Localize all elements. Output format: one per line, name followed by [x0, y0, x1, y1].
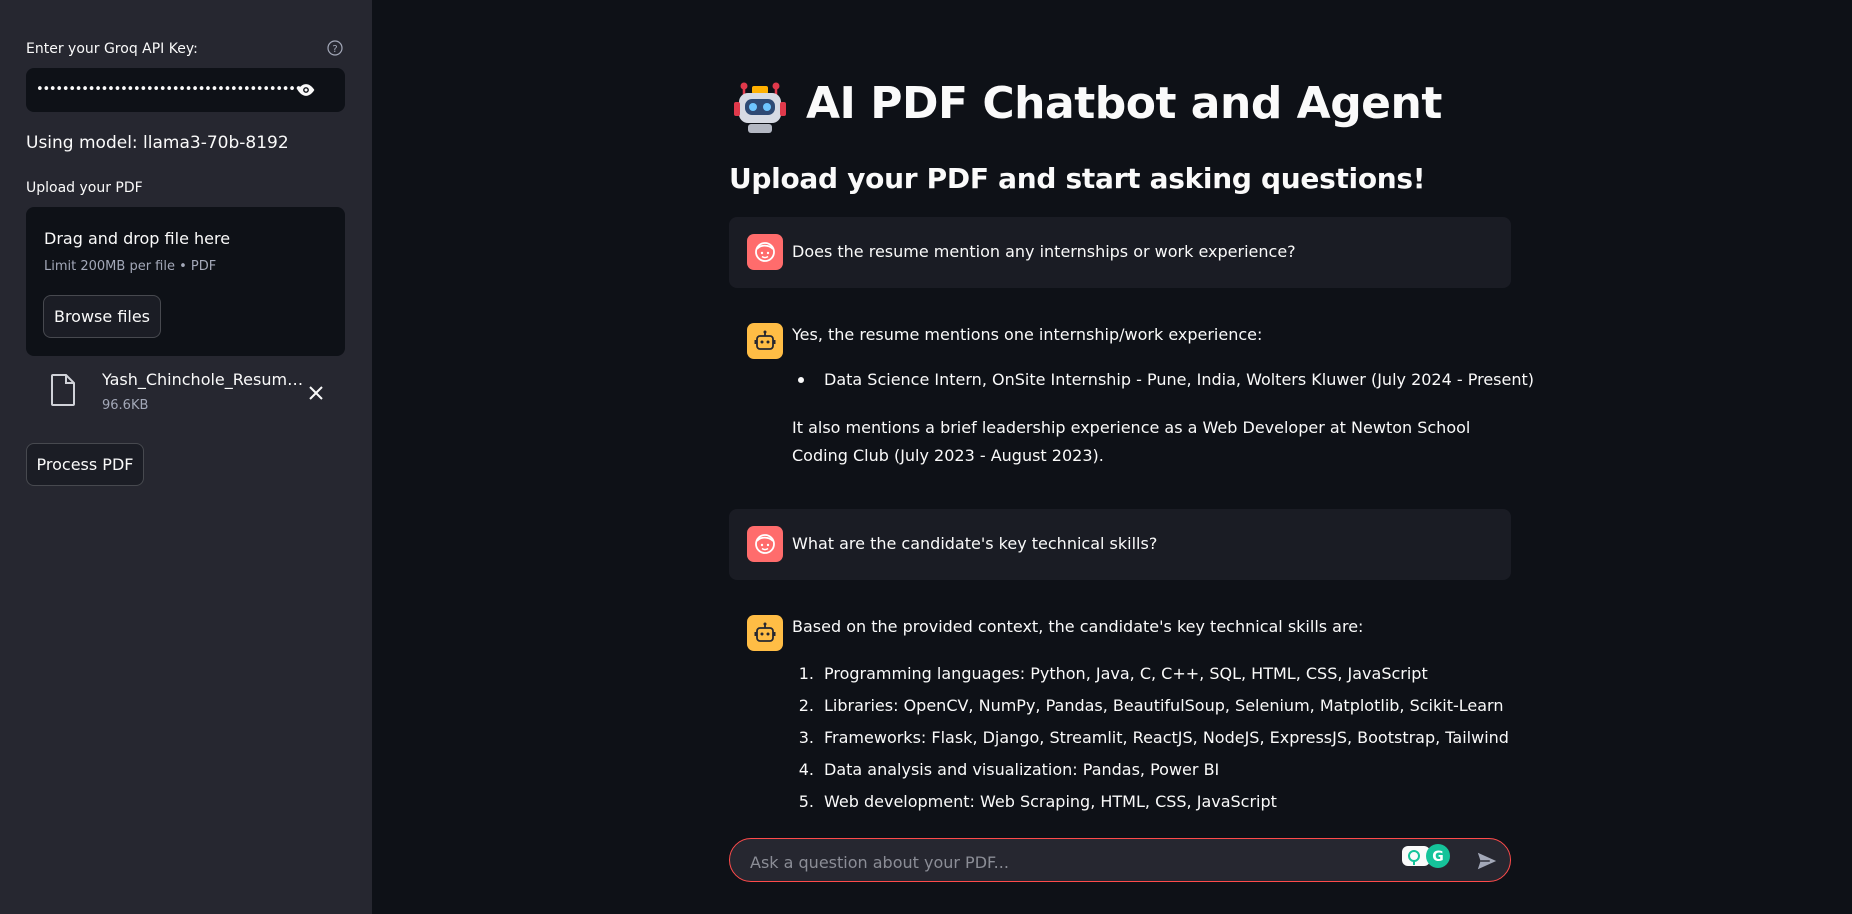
svg-text:?: ?	[332, 44, 337, 55]
grammarly-icon[interactable]: G	[1402, 843, 1452, 869]
file-icon	[51, 374, 75, 406]
model-info: Using model: llama3-70b-8192	[26, 133, 289, 153]
user-face-icon	[755, 534, 775, 554]
api-key-value[interactable]: ••••••••••••••••••••••••••••••••••••••••…	[36, 80, 306, 100]
list-item-text: Libraries: OpenCV, NumPy, Pandas, Beauti…	[824, 696, 1504, 715]
browse-files-button[interactable]: Browse files	[43, 295, 161, 338]
eye-icon[interactable]	[296, 80, 316, 100]
list-item-text: Data Science Intern, OnSite Internship -…	[824, 370, 1535, 389]
dropzone-title: Drag and drop file here	[44, 229, 231, 248]
main-content: AI PDF Chatbot and Agent Upload your PDF…	[372, 0, 1852, 914]
chat-message-assistant: Yes, the resume mentions one internship/…	[729, 306, 1534, 476]
bot-icon	[754, 330, 776, 350]
page-subtitle: Upload your PDF and start asking questio…	[729, 162, 1426, 195]
help-icon[interactable]: ?	[327, 40, 343, 56]
send-icon[interactable]	[1476, 850, 1498, 872]
uploaded-file: Yash_Chinchole_Resume.pdf 96.6KB	[26, 364, 345, 420]
user-avatar	[747, 234, 783, 270]
api-key-input[interactable]: ••••••••••••••••••••••••••••••••••••••••…	[26, 68, 345, 112]
chat-input[interactable]	[748, 849, 1392, 875]
message-intro: Yes, the resume mentions one internship/…	[792, 325, 1263, 344]
assistant-avatar	[747, 615, 783, 651]
bullet-list: Data Science Intern, OnSite Internship -…	[792, 364, 1534, 396]
upload-label: Upload your PDF	[26, 180, 143, 196]
chat-message-user: Does the resume mention any internships …	[729, 217, 1511, 288]
message-text: What are the candidate's key technical s…	[792, 534, 1158, 553]
process-pdf-button[interactable]: Process PDF	[26, 443, 144, 486]
list-item-text: Data analysis and visualization: Pandas,…	[824, 760, 1220, 779]
message-intro: Based on the provided context, the candi…	[792, 617, 1364, 636]
file-dropzone[interactable]: Drag and drop file here Limit 200MB per …	[26, 207, 345, 356]
svg-text:G: G	[1432, 849, 1444, 865]
bullet-dot	[798, 377, 804, 383]
page-title: AI PDF Chatbot and Agent	[806, 78, 1442, 129]
list-item: 4. Data analysis and visualization: Panda…	[792, 754, 1509, 786]
user-face-icon	[755, 242, 775, 262]
numbered-list: 1. Programming languages: Python, Java, C…	[792, 658, 1509, 818]
robot-logo	[734, 82, 786, 133]
chat-input-box[interactable]: G	[729, 838, 1511, 882]
chat-message-user: What are the candidate's key technical s…	[729, 509, 1511, 580]
list-item: Data Science Intern, OnSite Internship -…	[792, 364, 1534, 396]
message-text: Does the resume mention any internships …	[792, 242, 1296, 261]
list-item-text: Frameworks: Flask, Django, Streamlit, Re…	[824, 728, 1509, 747]
list-number: 5.	[798, 792, 814, 811]
sidebar: Enter your Groq API Key: ? •••••••••••••…	[0, 0, 372, 914]
list-item: 1. Programming languages: Python, Java, C…	[792, 658, 1509, 690]
list-item: 3. Frameworks: Flask, Django, Streamlit, …	[792, 722, 1509, 754]
api-key-label: Enter your Groq API Key:	[26, 41, 198, 57]
close-icon[interactable]	[307, 384, 325, 402]
chat-message-assistant: Based on the provided context, the candi…	[729, 598, 1511, 823]
list-number: 1.	[798, 664, 814, 683]
list-number: 3.	[798, 728, 814, 747]
assistant-avatar	[747, 323, 783, 359]
list-item: 2. Libraries: OpenCV, NumPy, Pandas, Beau…	[792, 690, 1509, 722]
list-item-text: Web development: Web Scraping, HTML, CSS…	[824, 792, 1277, 811]
file-name: Yash_Chinchole_Resume.pdf	[102, 370, 310, 389]
bot-icon	[754, 622, 776, 642]
list-item-text: Programming languages: Python, Java, C, …	[824, 664, 1428, 683]
list-number: 2.	[798, 696, 814, 715]
list-item: 5. Web development: Web Scraping, HTML, C…	[792, 786, 1509, 818]
user-avatar	[747, 526, 783, 562]
message-outro: It also mentions a brief leadership expe…	[792, 418, 1471, 465]
file-size: 96.6KB	[102, 398, 149, 413]
dropzone-limit: Limit 200MB per file • PDF	[44, 259, 217, 274]
list-number: 4.	[798, 760, 814, 779]
